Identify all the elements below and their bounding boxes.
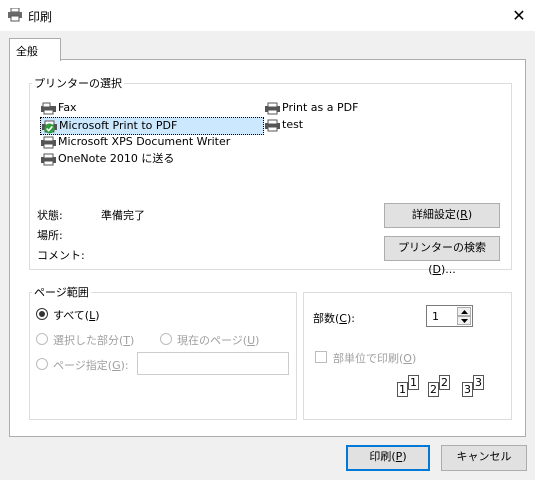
printer-icon xyxy=(41,120,58,133)
radio-button[interactable] xyxy=(36,308,48,320)
printer-item-fax[interactable]: Fax xyxy=(40,100,77,116)
radio-selection-label: 選択した部分(T) xyxy=(53,332,134,348)
printer-name: Microsoft Print to PDF xyxy=(59,119,178,132)
printer-item-onenote[interactable]: OneNote 2010 に送る xyxy=(40,151,174,167)
details-button[interactable]: 詳細設定(R) xyxy=(384,203,500,228)
page-range-legend: ページ範囲 xyxy=(32,284,91,300)
default-check-icon xyxy=(44,123,55,134)
radio-selection-text: 選択した部分( xyxy=(53,334,124,347)
printer-item-print-as-pdf[interactable]: Print as a PDF xyxy=(264,100,358,116)
copies-stepper[interactable]: 1 xyxy=(426,305,473,327)
details-button-label: 詳細設定( xyxy=(411,208,461,221)
title-bar: 印刷 ✕ xyxy=(0,0,535,31)
print-button-text: 印刷( xyxy=(369,450,396,463)
collate-page: 2 xyxy=(428,382,439,397)
radio-pages-text: ページ指定( xyxy=(53,359,113,372)
radio-pages-end: ): xyxy=(120,359,129,372)
status-label: 状態: xyxy=(37,209,63,222)
printer-item-microsoft-print-to-pdf[interactable]: Microsoft Print to PDF xyxy=(40,117,264,135)
printer-name: Fax xyxy=(58,101,77,114)
page-range-input[interactable] xyxy=(137,352,289,375)
copies-label-key: C xyxy=(339,312,347,325)
collate-end: ) xyxy=(411,352,417,365)
radio-all-end: ) xyxy=(95,309,100,322)
radio-pages-key: G xyxy=(112,359,121,372)
printer-select-legend: プリンターの選択 xyxy=(32,75,124,91)
copies-value: 1 xyxy=(432,310,439,323)
fax-printer-icon xyxy=(40,102,57,115)
collate-key: O xyxy=(403,352,412,365)
collate-illustration: 1 1 2 2 3 3 xyxy=(395,370,495,404)
printer-icon xyxy=(40,153,57,166)
details-button-end: ) xyxy=(467,208,473,221)
up-arrow-icon xyxy=(461,310,468,314)
radio-current-key: U xyxy=(247,334,256,347)
status-value: 準備完了 xyxy=(101,209,145,222)
radio-button[interactable] xyxy=(160,333,172,345)
printer-item-test[interactable]: test xyxy=(264,117,303,133)
radio-all-label: すべて(L) xyxy=(53,307,100,323)
radio-current-end: ) xyxy=(255,334,260,347)
window-title: 印刷 xyxy=(28,10,53,24)
collate-page: 1 xyxy=(408,375,419,390)
radio-selection-end: ) xyxy=(130,334,135,347)
printer-name: OneNote 2010 に送る xyxy=(58,152,175,165)
checkbox[interactable] xyxy=(315,351,327,363)
copies-label: 部数(C): xyxy=(313,310,355,326)
radio-button[interactable] xyxy=(36,333,48,345)
radio-current-label: 現在のページ(U) xyxy=(177,332,259,348)
collate-page: 1 xyxy=(397,382,408,397)
collate-page: 3 xyxy=(473,375,484,390)
down-arrow-icon xyxy=(461,319,468,323)
find-printer-button[interactable]: プリンターの検索(D)... xyxy=(384,236,500,276)
printer-icon xyxy=(7,7,23,22)
comment-label: コメント: xyxy=(37,249,85,262)
tab-label: 全般 xyxy=(16,45,38,58)
printer-icon xyxy=(264,119,281,132)
copies-down-button[interactable] xyxy=(457,316,471,325)
collate-text: 部単位で印刷( xyxy=(333,352,404,365)
printer-name: Microsoft XPS Document Writer xyxy=(58,135,231,148)
print-button[interactable]: 印刷(P) xyxy=(346,445,430,471)
printer-item-xps-writer[interactable]: Microsoft XPS Document Writer xyxy=(40,134,230,150)
find-button-end: )... xyxy=(441,263,456,276)
print-button-end: ) xyxy=(402,450,407,463)
printer-name: Print as a PDF xyxy=(282,101,359,114)
radio-button[interactable] xyxy=(36,358,48,370)
printer-icon xyxy=(40,136,57,149)
close-button[interactable]: ✕ xyxy=(505,2,533,29)
collate-label: 部単位で印刷(O) xyxy=(333,350,416,366)
copies-label-end: ): xyxy=(346,312,355,325)
copies-up-button[interactable] xyxy=(457,307,471,316)
close-icon: ✕ xyxy=(512,6,526,25)
details-button-key: R xyxy=(460,208,468,221)
location-label: 場所: xyxy=(37,229,63,242)
radio-pages-label: ページ指定(G): xyxy=(53,357,129,373)
printer-icon xyxy=(264,102,281,115)
collate-page: 3 xyxy=(462,382,473,397)
collate-page: 2 xyxy=(439,375,450,390)
cancel-button[interactable]: キャンセル xyxy=(441,445,527,471)
radio-all-text: すべて( xyxy=(53,309,90,322)
tab-general[interactable]: 全般 xyxy=(9,38,61,61)
copies-label-text: 部数( xyxy=(313,312,340,325)
printer-name: test xyxy=(282,118,304,131)
find-button-key: D xyxy=(432,263,441,276)
radio-current-text: 現在のページ( xyxy=(177,334,248,347)
